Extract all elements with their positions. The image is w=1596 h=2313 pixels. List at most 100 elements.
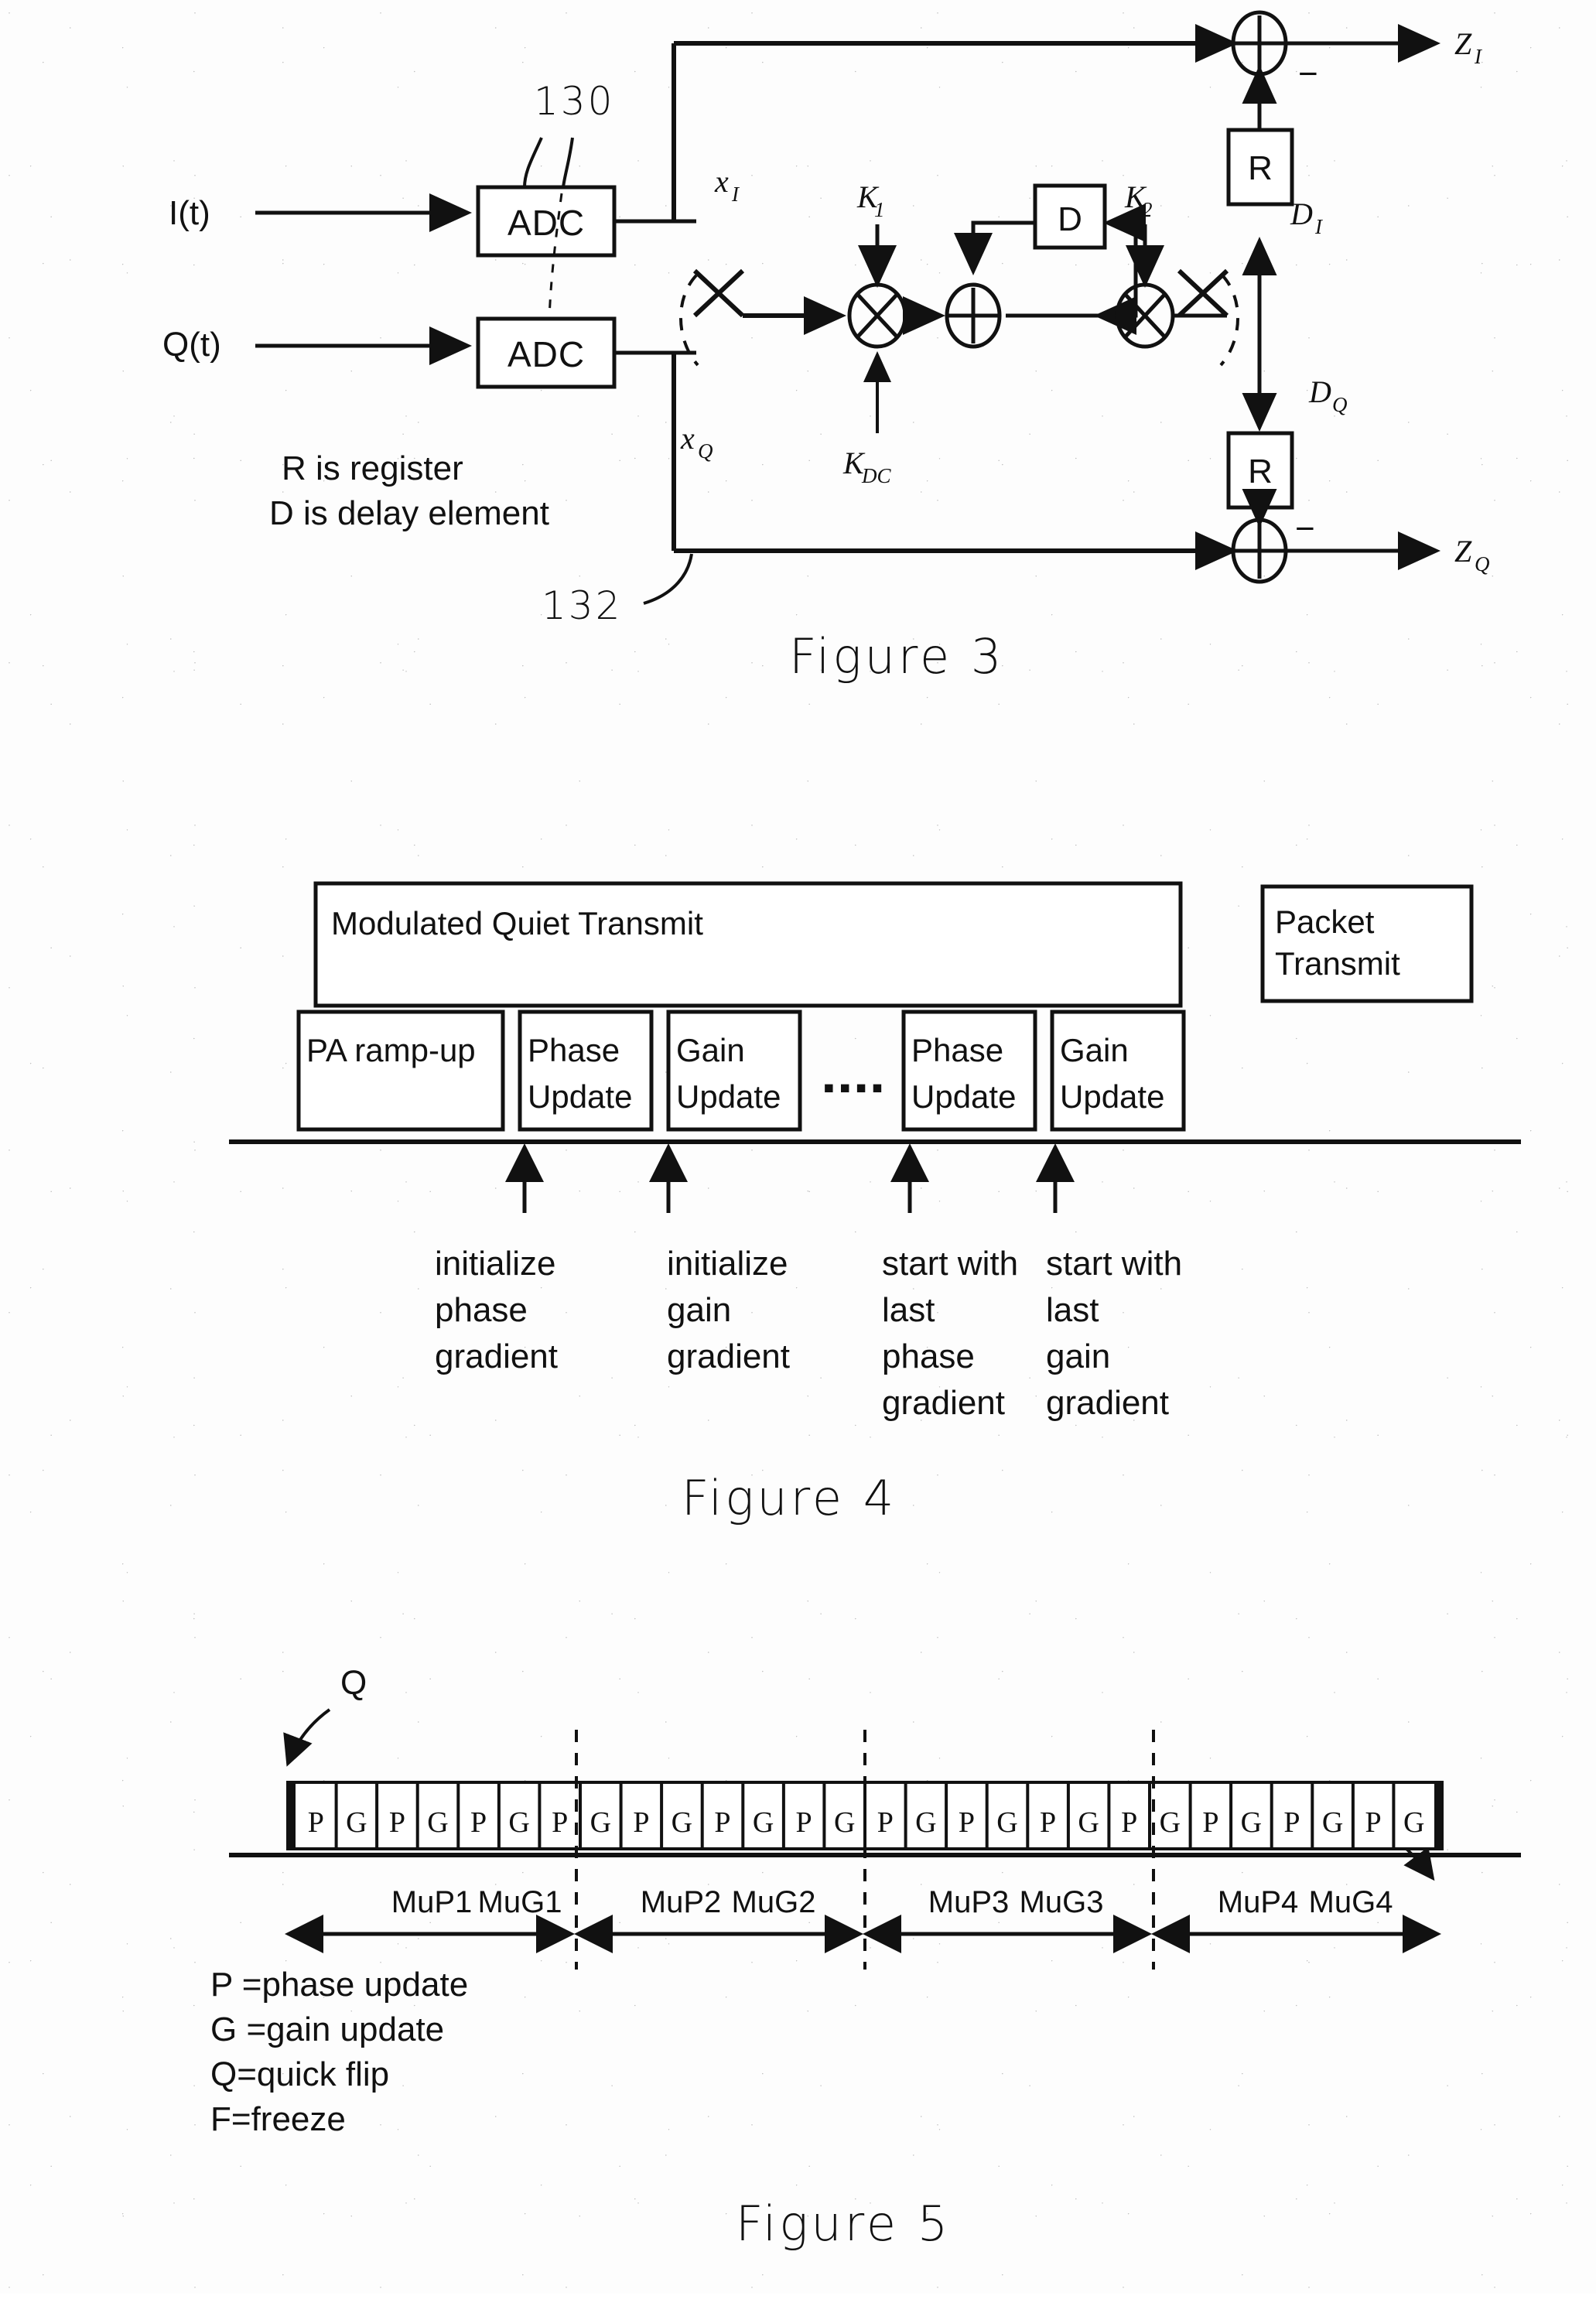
pg-cell-phase: P xyxy=(470,1806,487,1839)
signal-label-xi-sub: I xyxy=(731,183,740,206)
quick-flip-marker-label: Q xyxy=(340,1664,367,1702)
figure5-legend-line-2: G =gain update xyxy=(210,2011,444,2048)
signal-label-zq: Z xyxy=(1454,534,1472,569)
ref-numeral-132: 132 xyxy=(542,583,622,628)
slot-label-gain-update-1-line1: Gain xyxy=(676,1032,745,1068)
annotation-column-2: initialize gain gradient xyxy=(667,1245,790,1375)
segment-label-2-right: MuG2 xyxy=(732,1885,816,1919)
figure5-legend-line-4: F=freeze xyxy=(210,2100,346,2138)
coefficient-kdc-sub: DC xyxy=(861,464,891,487)
pg-cell-phase: P xyxy=(714,1806,730,1839)
slot-ellipsis: ▪▪▪▪ xyxy=(823,1069,888,1105)
figure-3: I(t) Q(t) ADC ADC 130 x I x Q 132 K 1 K … xyxy=(162,10,1490,685)
segment-label-4-right: MuG4 xyxy=(1309,1885,1393,1919)
segment-label-1-right: MuG1 xyxy=(478,1885,562,1919)
adc-q-label: ADC xyxy=(508,334,585,374)
annotation-3-line-2: last xyxy=(882,1291,935,1329)
pg-cell-gain: G xyxy=(1322,1806,1343,1839)
segment-label-3-right: MuG3 xyxy=(1020,1885,1104,1919)
slot-label-gain-update-2-line1: Gain xyxy=(1060,1032,1129,1068)
figure3-caption: Figure 3 xyxy=(789,628,1004,685)
pg-cell-phase: P xyxy=(633,1806,649,1839)
pg-cell-gain: G xyxy=(996,1806,1017,1839)
annotation-4-line-2: last xyxy=(1046,1291,1099,1329)
pg-cell-phase: P xyxy=(959,1806,975,1839)
pg-cell-phase: P xyxy=(1040,1806,1056,1839)
segment-label-3-left: MuP3 xyxy=(928,1885,1010,1919)
pg-cell-gain: G xyxy=(1160,1806,1181,1839)
annotation-3-line-1: start with xyxy=(882,1245,1018,1283)
annotation-1-line-1: initialize xyxy=(435,1245,556,1283)
switch-right-dashed-arc xyxy=(1219,274,1239,367)
slot-label-phase-update-2-line1: Phase xyxy=(911,1032,1003,1068)
slot-label-phase-update-1-line1: Phase xyxy=(528,1032,620,1068)
pg-cell-phase: P xyxy=(1202,1806,1218,1839)
adc-i-label: ADC xyxy=(508,203,585,243)
annotation-4-line-3: gain xyxy=(1046,1338,1110,1375)
annotation-4-line-1: start with xyxy=(1046,1245,1182,1283)
signal-label-xq: x xyxy=(680,421,695,456)
pg-cell-phase: P xyxy=(308,1806,324,1839)
pg-cell-gain: G xyxy=(1241,1806,1262,1839)
quick-flip-leader xyxy=(283,1708,331,1767)
ref-130-leader-b xyxy=(562,137,574,188)
pg-cell-gain: G xyxy=(508,1806,529,1839)
input-label-q: Q(t) xyxy=(162,326,221,364)
pg-cell-phase: P xyxy=(877,1806,894,1839)
modulated-quiet-transmit-box xyxy=(313,881,1183,1008)
minus-sign-q: − xyxy=(1295,510,1315,548)
coefficient-k1-sub: 1 xyxy=(874,198,885,221)
register-i-label: R xyxy=(1248,149,1273,187)
annotation-column-3: start with last phase gradient xyxy=(882,1245,1018,1422)
signal-label-dq-sub: Q xyxy=(1332,393,1348,416)
pg-cell-gain: G xyxy=(753,1806,774,1839)
signal-label-xi: x xyxy=(714,164,729,199)
pg-cell-gain: G xyxy=(1078,1806,1099,1839)
signal-label-xq-sub: Q xyxy=(698,439,713,463)
signal-label-dq: D xyxy=(1308,374,1331,409)
ref-numeral-130: 130 xyxy=(534,79,614,124)
annotation-4-line-4: gradient xyxy=(1046,1384,1169,1422)
annotation-2-line-2: gain xyxy=(667,1291,731,1329)
pg-cell-gain: G xyxy=(346,1806,367,1839)
coefficient-k2-sub: 2 xyxy=(1142,198,1153,221)
figure5-legend-line-3: Q=quick flip xyxy=(210,2055,389,2093)
signal-label-di-sub: I xyxy=(1314,215,1324,238)
figure4-caption: Figure 4 xyxy=(682,1470,897,1526)
packet-transmit-label-line1: Packet xyxy=(1275,904,1375,940)
slot-label-phase-update-2-line2: Update xyxy=(911,1078,1016,1115)
annotation-1-line-3: gradient xyxy=(435,1338,558,1375)
modulated-quiet-transmit-label: Modulated Quiet Transmit xyxy=(331,905,703,941)
segment-label-1-left: MuP1 xyxy=(391,1885,473,1919)
annotation-column-4: start with last gain gradient xyxy=(1046,1245,1182,1422)
figure-5: Q F PGPGPGPGPGPGPGPGPGPGPGPGPGPG MuP1 Mu… xyxy=(210,1664,1521,2252)
figure3-legend-line-1: R is register xyxy=(282,449,463,487)
segment-label-4-left: MuP4 xyxy=(1218,1885,1299,1919)
slot-label-phase-update-1-line2: Update xyxy=(528,1078,632,1115)
pg-strip-left-cap xyxy=(288,1782,296,1849)
pg-cell-gain: G xyxy=(427,1806,448,1839)
slot-label-gain-update-1-line2: Update xyxy=(676,1078,781,1115)
packet-transmit-label-line2: Transmit xyxy=(1275,945,1400,982)
ref-130-leader-a xyxy=(523,137,543,188)
annotation-1-line-2: phase xyxy=(435,1291,528,1329)
annotation-3-line-4: gradient xyxy=(882,1384,1005,1422)
figure5-caption: Figure 5 xyxy=(736,2195,951,2252)
signal-label-zq-sub: Q xyxy=(1475,552,1490,576)
annotation-2-line-1: initialize xyxy=(667,1245,788,1283)
signal-label-zi-sub: I xyxy=(1474,45,1483,68)
pg-cell-gain: G xyxy=(1403,1806,1424,1839)
delay-out-to-adder xyxy=(954,220,1035,275)
delay-block-label: D xyxy=(1058,200,1082,238)
pg-strip-right-cap xyxy=(1434,1782,1442,1849)
figure3-legend-line-2: D is delay element xyxy=(269,494,549,532)
slot-box-pa-ramp-up xyxy=(296,1010,505,1132)
pg-cell-gain: G xyxy=(834,1806,855,1839)
pg-cell-phase: P xyxy=(1365,1806,1382,1839)
pg-cell-phase: P xyxy=(389,1806,405,1839)
segment-label-2-left: MuP2 xyxy=(641,1885,722,1919)
slot-label-gain-update-2-line2: Update xyxy=(1060,1078,1164,1115)
pg-cell-phase: P xyxy=(796,1806,812,1839)
minus-sign-i: − xyxy=(1298,55,1318,93)
pg-cell-gain: G xyxy=(915,1806,936,1839)
